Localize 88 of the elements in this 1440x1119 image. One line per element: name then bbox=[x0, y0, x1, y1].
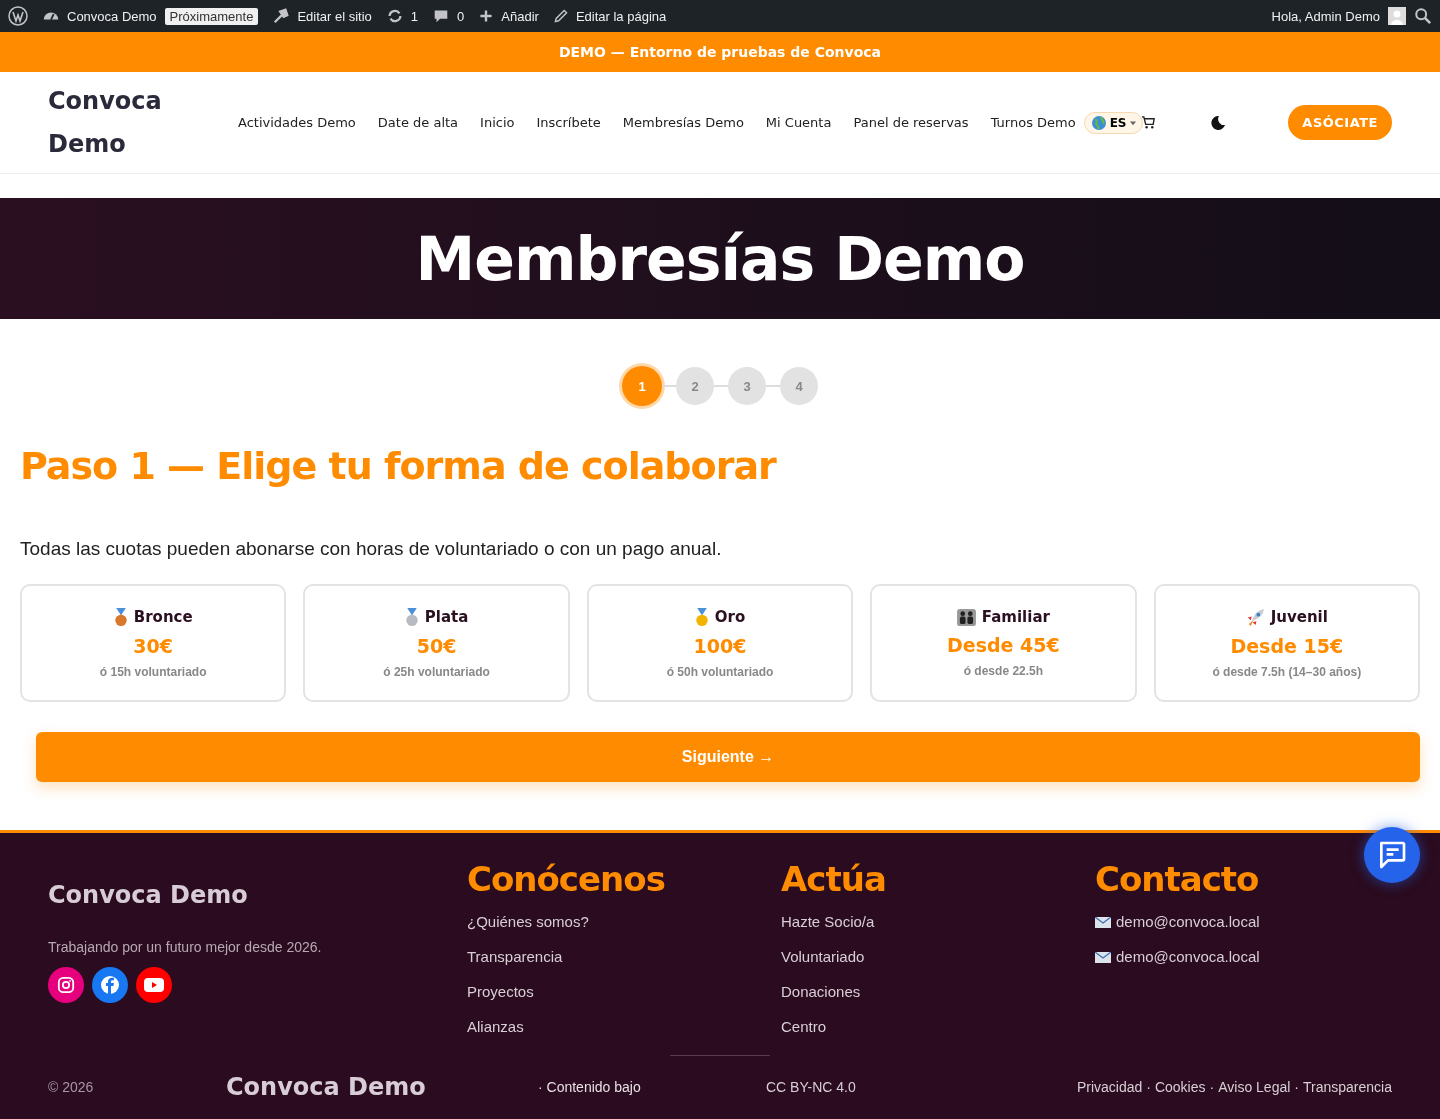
tier-name: Bronce bbox=[133, 608, 193, 626]
edit-site-link[interactable]: Editar el sitio bbox=[272, 7, 372, 25]
intro-text: Todas las cuotas pueden abonarse con horas de voluntariado o con un pago anual. bbox=[20, 538, 723, 560]
tier-alternative: ó desde 22.5h bbox=[963, 664, 1044, 678]
step-indicator: 1 bbox=[622, 366, 662, 406]
tier-name: Plata bbox=[424, 608, 469, 626]
tier-price: Desde 45€ bbox=[947, 634, 1060, 656]
chat-button[interactable] bbox=[1364, 827, 1420, 883]
page-title: Membresías Demo bbox=[415, 223, 1025, 294]
footer-link[interactable]: Voluntariado bbox=[781, 947, 1095, 967]
separator-dot: · bbox=[1209, 1079, 1215, 1095]
footer-link[interactable]: Alianzas bbox=[467, 1017, 781, 1037]
legal-link[interactable]: Privacidad bbox=[1076, 1079, 1143, 1095]
tier-price: 30€ bbox=[133, 634, 174, 657]
footer-link[interactable]: Donaciones bbox=[781, 982, 1095, 1002]
plus-icon bbox=[478, 8, 495, 24]
site-link[interactable]: Convoca Demo bbox=[42, 7, 157, 25]
envelope-icon bbox=[1095, 916, 1111, 928]
footer-heading: Contacto bbox=[1095, 861, 1260, 897]
banner-text: DEMO — Entorno de pruebas de Convoca bbox=[558, 44, 882, 60]
status-badge: Próximamente bbox=[164, 7, 259, 25]
family-icon bbox=[956, 608, 976, 626]
edit-page-link[interactable]: Editar la página bbox=[552, 8, 667, 24]
tier-price: 100€ bbox=[693, 634, 747, 657]
nav-link[interactable]: Inscríbete bbox=[536, 115, 601, 130]
site-logo[interactable]: Convoca Demo bbox=[48, 79, 208, 166]
email-link[interactable]: demo@convoca.local bbox=[1116, 947, 1260, 967]
tier-alternative: ó 15h voluntariado bbox=[99, 664, 207, 679]
brush-icon bbox=[272, 7, 291, 25]
license-note: · Contenido bajo bbox=[538, 1079, 642, 1095]
envelope-icon bbox=[1095, 951, 1111, 963]
step-indicator: 3 bbox=[728, 367, 766, 405]
caret-icon bbox=[1129, 119, 1136, 126]
tier-alternative: ó desde 7.5h (14–30 años) bbox=[1212, 664, 1362, 679]
globe-icon bbox=[1090, 114, 1107, 131]
facebook-icon[interactable] bbox=[92, 967, 128, 1003]
footer-brand: Convoca Demo bbox=[226, 1073, 427, 1101]
legal-link[interactable]: Aviso Legal bbox=[1218, 1079, 1291, 1095]
footer-tagline: Trabajando por un futuro mejor desde 2026. bbox=[48, 939, 323, 955]
updates-link[interactable]: 1 bbox=[385, 7, 419, 25]
tier-alternative: ó 50h voluntariado bbox=[666, 664, 774, 679]
copyright-text: © 2026 bbox=[48, 1079, 95, 1095]
search-icon[interactable] bbox=[1414, 7, 1432, 25]
tier-name: Juvenil bbox=[1270, 608, 1328, 626]
nav-link[interactable]: Date de alta bbox=[377, 115, 459, 130]
rocket-icon bbox=[1245, 607, 1265, 627]
nav-link[interactable]: Turnos Demo bbox=[990, 115, 1076, 130]
tier-price: 50€ bbox=[416, 634, 457, 657]
nav-link[interactable]: Panel de reservas bbox=[853, 115, 969, 130]
nav-link[interactable]: Mi Cuenta bbox=[765, 115, 832, 130]
footer-heading: Actúa bbox=[781, 861, 887, 897]
license-link[interactable]: CC BY-NC 4.0 bbox=[766, 1079, 856, 1095]
separator-dot: · bbox=[1294, 1079, 1299, 1095]
footer-heading: Conócenos bbox=[467, 861, 666, 897]
legal-link[interactable]: Transparencia bbox=[1303, 1079, 1392, 1095]
nav-link[interactable]: Actividades Demo bbox=[238, 115, 356, 130]
nav-link[interactable]: Membresías Demo bbox=[622, 115, 744, 130]
tier-name: Oro bbox=[714, 608, 746, 626]
tier-price: Desde 15€ bbox=[1230, 634, 1344, 657]
membership-card[interactable]: Plata 50€ ó 25h voluntariado bbox=[303, 584, 570, 702]
step-heading: Paso 1 — Elige tu forma de colaborar bbox=[20, 444, 778, 488]
footer-link[interactable]: Proyectos bbox=[467, 982, 781, 1002]
footer-link[interactable]: Transparencia bbox=[467, 947, 781, 967]
membership-card[interactable]: Juvenil Desde 15€ ó desde 7.5h (14–30 años) bbox=[1153, 584, 1420, 702]
step-indicator: 2 bbox=[676, 367, 714, 405]
youtube-icon[interactable] bbox=[136, 967, 172, 1003]
pencil-icon bbox=[552, 8, 569, 24]
tier-name: Familiar bbox=[981, 608, 1050, 626]
membership-card[interactable]: Oro 100€ ó 50h voluntariado bbox=[586, 584, 854, 702]
separator-dot: · bbox=[1146, 1079, 1151, 1095]
footer-link[interactable]: Hazte Socio/a bbox=[781, 912, 1095, 932]
legal-link[interactable]: Cookies bbox=[1154, 1079, 1206, 1095]
cart-icon[interactable] bbox=[1140, 115, 1156, 130]
email-link[interactable]: demo@convoca.local bbox=[1116, 912, 1260, 932]
comments-link[interactable]: 0 bbox=[432, 7, 465, 25]
step-indicator: 4 bbox=[780, 367, 818, 405]
wordpress-logo-icon[interactable] bbox=[8, 6, 28, 26]
nav-link[interactable]: Inicio bbox=[480, 115, 515, 130]
add-new-link[interactable]: Añadir bbox=[478, 8, 539, 24]
language-switcher[interactable]: ES bbox=[1083, 111, 1143, 134]
instagram-icon[interactable] bbox=[48, 967, 84, 1003]
account-link[interactable]: Hola, Admin Demo bbox=[1271, 8, 1380, 24]
footer-brand: Convoca Demo bbox=[48, 881, 249, 909]
footer-link[interactable]: Centro bbox=[781, 1017, 1095, 1037]
membership-card[interactable]: Bronce 30€ ó 15h voluntariado bbox=[20, 584, 287, 702]
footer-link[interactable]: ¿Quiénes somos? bbox=[467, 912, 781, 932]
membership-card[interactable]: Familiar Desde 45€ ó desde 22.5h bbox=[870, 584, 1137, 702]
tier-alternative: ó 25h voluntariado bbox=[383, 664, 490, 679]
